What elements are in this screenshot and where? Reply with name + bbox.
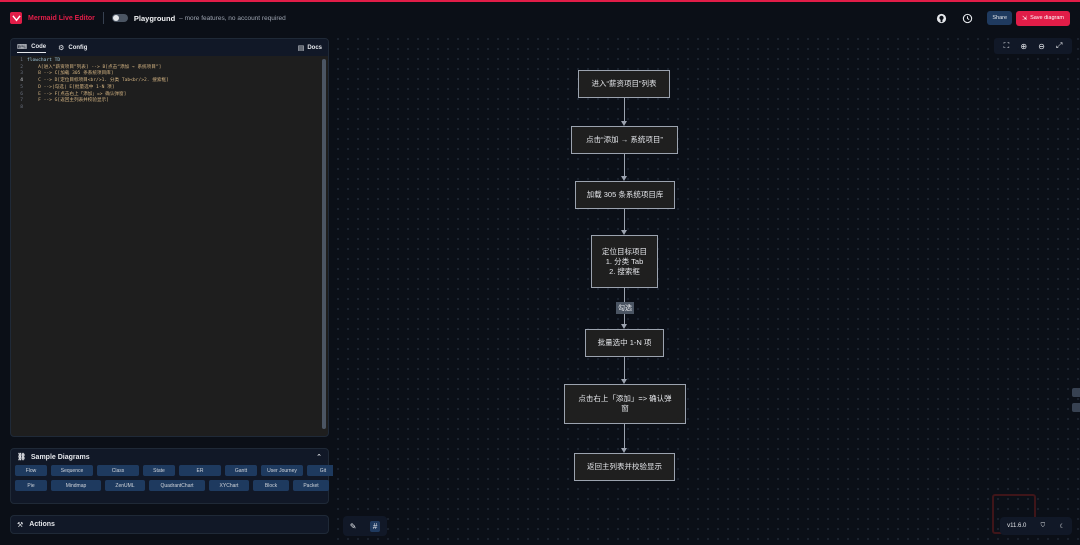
sample-diagrams-title: Sample Diagrams [30, 453, 90, 461]
docs-link[interactable]: ▤ Docs [298, 44, 322, 52]
code-editor-panel: ⌨ Code ⚙ Config ▤ Docs 1 flowchart TD 2 A… [10, 38, 329, 437]
sample-chips-row-1: Flow Sequence Class State ER Gantt User … [11, 465, 339, 476]
sample-block-button[interactable]: Block [253, 480, 289, 491]
editor-scrollbar[interactable] [322, 59, 326, 429]
book-icon: ▤ [297, 44, 305, 52]
flow-node-e[interactable]: 批量选中 1-N 项 [585, 329, 664, 357]
sample-state-button[interactable]: State [143, 465, 175, 476]
actions-panel[interactable]: ⚒ Actions [10, 515, 329, 534]
sample-packet-button[interactable]: Packet [293, 480, 329, 491]
code-line: 8 [20, 104, 23, 110]
sample-chips-row-2: Pie Mindmap ZenUML QuadrantChart XYChart… [11, 476, 329, 491]
code-line: 1 flowchart TD [20, 58, 61, 63]
sample-diagrams-panel: ⛓ Sample Diagrams ⌃ Flow Sequence Class … [10, 448, 339, 504]
flow-node-a[interactable]: 进入“薪资项目”列表 [578, 70, 670, 98]
mermaid-logo-icon[interactable] [10, 12, 22, 24]
brand-name[interactable]: Mermaid Live Editor [28, 15, 95, 22]
flow-edge [624, 424, 625, 448]
save-diagram-button[interactable]: ⇲ Save diagram [1016, 10, 1070, 26]
flow-edge [624, 209, 625, 230]
sample-flow-button[interactable]: Flow [15, 465, 47, 476]
code-line: 5 D -->|勾选| E[批量选中 1-N 项] [20, 84, 115, 90]
save-icon: ⇲ [1022, 15, 1028, 22]
diagram-icon: ⛓ [17, 454, 26, 461]
tab-config-label: Config [68, 44, 88, 51]
fit-screen-icon[interactable]: ⛶ [1004, 41, 1010, 51]
version-bar: v11.6.0 ⛉ ☾ [1000, 517, 1072, 535]
gear-icon: ⚙ [58, 44, 65, 52]
flow-edge [624, 357, 625, 379]
flow-node-d-line-3: 2. 搜索框 [609, 266, 640, 276]
tab-code[interactable]: ⌨ Code [17, 43, 47, 53]
history-icon[interactable] [961, 12, 973, 24]
zoom-controls: ⛶ ⊕ ⊖ ⤢ [994, 38, 1072, 54]
sample-quadrantchart-button[interactable]: QuadrantChart [149, 480, 205, 491]
tab-code-label: Code [31, 43, 47, 50]
tab-config[interactable]: ⚙ Config [58, 44, 87, 52]
theme-toggle-icon[interactable]: ☾ [1059, 523, 1064, 530]
preview-toolbar: ✎ # [343, 516, 387, 536]
flow-edge [624, 154, 625, 176]
app-header: Mermaid Live Editor Playground – more fe… [0, 2, 1080, 34]
sample-pie-button[interactable]: Pie [15, 480, 47, 491]
github-icon[interactable] [935, 12, 947, 24]
shield-icon[interactable]: ⛉ [1041, 523, 1046, 530]
zoom-out-icon[interactable]: ⊖ [1038, 42, 1045, 51]
flow-node-c[interactable]: 加载 305 条系统项目库 [575, 181, 675, 209]
sample-gantt-button[interactable]: Gantt [225, 465, 257, 476]
sample-class-button[interactable]: Class [97, 465, 139, 476]
side-tab-chat-icon[interactable] [1072, 403, 1080, 412]
share-button[interactable]: Share [987, 11, 1013, 25]
side-tabs [1072, 388, 1080, 418]
sample-diagrams-header[interactable]: ⛓ Sample Diagrams ⌃ [11, 449, 328, 465]
diagram-preview[interactable]: ⛶ ⊕ ⊖ ⤢ 进入“薪资项目”列表 点击“添加 → 系统项目” 加载 305 … [333, 34, 1080, 545]
flow-edge [624, 98, 625, 121]
expand-icon[interactable]: ⤢ [1056, 41, 1062, 51]
editor-tabs: ⌨ Code ⚙ Config ▤ Docs [11, 39, 328, 56]
sample-mindmap-button[interactable]: Mindmap [51, 480, 101, 491]
sample-zenuml-button[interactable]: ZenUML [105, 480, 145, 491]
sample-er-button[interactable]: ER [179, 465, 221, 476]
grid-icon[interactable]: # [369, 520, 381, 532]
flow-node-g[interactable]: 返回主列表并校验显示 [574, 453, 675, 481]
sample-sequence-button[interactable]: Sequence [51, 465, 93, 476]
version-label: v11.6.0 [1007, 523, 1027, 529]
code-area[interactable]: 1 flowchart TD 2 A[进入“薪资项目”列表] --> B[点击“添… [11, 56, 328, 112]
flow-node-d[interactable]: 定位目标项目 1. 分类 Tab 2. 搜索框 [591, 235, 658, 288]
code-icon: ⌨ [17, 43, 28, 51]
playground-toggle[interactable] [111, 14, 128, 22]
collapse-icon[interactable]: ⌃ [316, 453, 322, 461]
flow-node-f[interactable]: 点击右上「添加」=> 确认弹窗 [564, 384, 686, 424]
code-line: 4 C --> D[定位目标项目<br/>1. 分类 Tab<br/>2. 搜索… [20, 78, 169, 84]
side-tab-link-icon[interactable] [1072, 388, 1080, 397]
playground-title: Playground [133, 13, 176, 23]
zoom-in-icon[interactable]: ⊕ [1020, 42, 1027, 51]
docs-label: Docs [307, 44, 322, 51]
code-line: 7 F --> G[返回主列表并校验显示] [20, 98, 109, 104]
wrench-icon: ⚒ [17, 521, 24, 529]
header-divider [102, 12, 104, 24]
actions-title: Actions [29, 521, 55, 528]
flow-node-d-line-1: 定位目标项目 [602, 246, 647, 256]
pencil-icon[interactable]: ✎ [350, 522, 357, 531]
save-diagram-label: Save diagram [1030, 15, 1064, 21]
sample-user-journey-button[interactable]: User Journey [261, 465, 303, 476]
flow-node-d-line-2: 1. 分类 Tab [605, 256, 644, 266]
sample-xychart-button[interactable]: XYChart [209, 480, 249, 491]
flow-node-b[interactable]: 点击“添加 → 系统项目” [571, 126, 678, 154]
edge-label: 勾选 [616, 302, 634, 314]
playground-subtitle: – more features, no account required [179, 14, 286, 22]
